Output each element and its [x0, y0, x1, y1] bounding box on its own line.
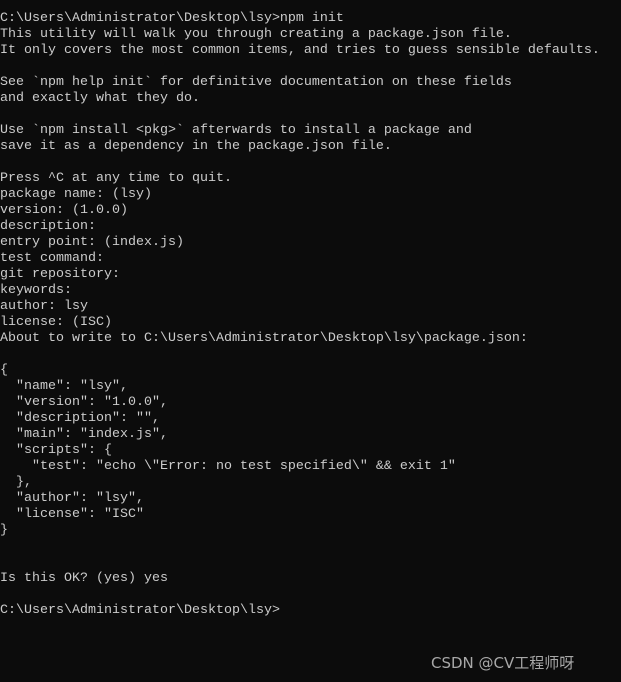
terminal-line: "scripts": { — [0, 443, 112, 458]
terminal-line: See `npm help init` for definitive docum… — [0, 75, 512, 90]
terminal-line: "name": "lsy", — [0, 379, 128, 394]
terminal-line: "license": "ISC" — [0, 507, 144, 522]
terminal-line: test command: — [0, 251, 104, 266]
terminal-line: author: lsy — [0, 299, 88, 314]
terminal-line: Is this OK? (yes) yes — [0, 571, 168, 586]
terminal-line: C:\Users\Administrator\Desktop\lsy>npm i… — [0, 11, 344, 26]
terminal-line: save it as a dependency in the package.j… — [0, 139, 392, 154]
watermark: CSDN @CV工程师呀 — [431, 654, 575, 672]
terminal-line: "description": "", — [0, 411, 160, 426]
terminal-line: Press ^C at any time to quit. — [0, 171, 232, 186]
terminal-line: license: (ISC) — [0, 315, 112, 330]
terminal-line: package name: (lsy) — [0, 187, 152, 202]
terminal-line: description: — [0, 219, 96, 234]
terminal-line: { — [0, 363, 8, 378]
terminal-line: About to write to C:\Users\Administrator… — [0, 331, 528, 346]
terminal-output[interactable]: C:\Users\Administrator\Desktop\lsy>npm i… — [0, 11, 600, 619]
terminal-line: Use `npm install <pkg>` afterwards to in… — [0, 123, 472, 138]
terminal-line: "main": "index.js", — [0, 427, 168, 442]
terminal-line: } — [0, 523, 8, 538]
terminal-line: This utility will walk you through creat… — [0, 27, 512, 42]
terminal-line: It only covers the most common items, an… — [0, 43, 600, 58]
terminal-line: C:\Users\Administrator\Desktop\lsy> — [0, 603, 280, 618]
terminal-line: entry point: (index.js) — [0, 235, 184, 250]
terminal-line: }, — [0, 475, 32, 490]
terminal-line: and exactly what they do. — [0, 91, 200, 106]
terminal-line: "version": "1.0.0", — [0, 395, 168, 410]
terminal-line: "author": "lsy", — [0, 491, 144, 506]
terminal-line: git repository: — [0, 267, 120, 282]
terminal-line: "test": "echo \"Error: no test specified… — [0, 459, 456, 474]
terminal-line: version: (1.0.0) — [0, 203, 128, 218]
terminal-line: keywords: — [0, 283, 72, 298]
